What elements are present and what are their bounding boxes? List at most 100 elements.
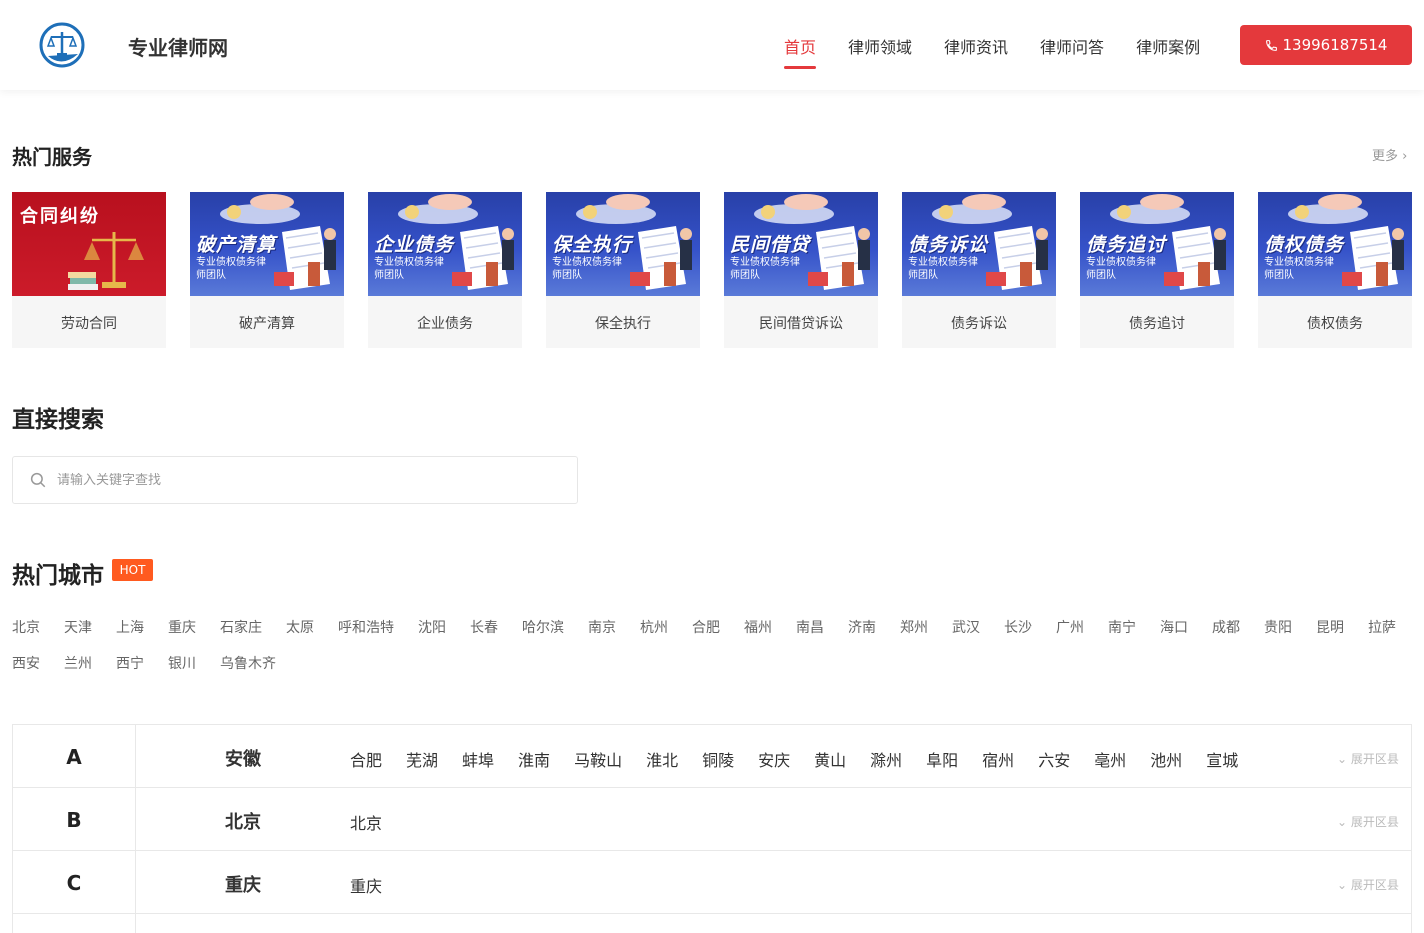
card-banner-subtitle: 专业债权债务律师团队 — [374, 257, 444, 281]
card-banner-title: 民间借贷 — [730, 234, 811, 256]
city-link[interactable]: 昆明 — [1316, 617, 1344, 637]
service-card-debt-collection[interactable]: 债务追讨 专业债权债务律师团队 债务追讨 — [1080, 192, 1234, 348]
service-card-bankruptcy[interactable]: 破产清算 专业债权债务律师团队 破产清算 — [190, 192, 344, 348]
nav-lawyer-cases[interactable]: 律师案例 — [1136, 34, 1200, 70]
city-link[interactable]: 太原 — [286, 617, 314, 637]
expand-districts-button[interactable]: ⌄ 展开区县 — [1337, 876, 1399, 893]
province-name[interactable]: 重庆 — [225, 871, 261, 897]
city-link[interactable]: 成都 — [1212, 617, 1240, 637]
city-link[interactable]: 杭州 — [640, 617, 668, 637]
city-link[interactable]: 淮北 — [646, 747, 678, 771]
city-link[interactable]: 拉萨 — [1368, 617, 1396, 637]
service-card-corporate-debt[interactable]: 企业债务 专业债权债务律师团队 企业债务 — [368, 192, 522, 348]
city-link[interactable]: 郑州 — [900, 617, 928, 637]
city-link[interactable]: 宣城 — [1206, 747, 1238, 771]
search-input[interactable] — [57, 472, 537, 488]
card-banner-title: 破产清算 — [196, 234, 277, 256]
city-link[interactable]: 西宁 — [116, 653, 144, 673]
search-box — [12, 456, 578, 504]
city-link[interactable]: 北京 — [12, 617, 40, 637]
card-banner: 债务追讨 专业债权债务律师团队 — [1080, 192, 1234, 296]
phone-button[interactable]: 13996187514 — [1240, 25, 1412, 65]
city-link[interactable]: 滁州 — [870, 747, 902, 771]
chevron-down-icon: ⌄ — [1337, 878, 1348, 892]
hot-badge: HOT — [112, 559, 153, 581]
service-card-creditor-debt[interactable]: 债权债务 专业债权债务律师团队 债权债务 — [1258, 192, 1412, 348]
service-card-private-lending[interactable]: 民间借贷 专业债权债务律师团队 民间借贷诉讼 — [724, 192, 878, 348]
city-link[interactable]: 福州 — [744, 617, 772, 637]
scales-logo-icon[interactable] — [38, 22, 86, 68]
city-link[interactable]: 重庆 — [350, 873, 382, 897]
city-link[interactable]: 南宁 — [1108, 617, 1136, 637]
expand-districts-button[interactable]: ⌄ 展开区县 — [1337, 813, 1399, 830]
hot-services-title: 热门服务 — [12, 145, 92, 169]
nav-lawyer-qa[interactable]: 律师问答 — [1040, 34, 1104, 70]
nav-lawyer-news[interactable]: 律师资讯 — [944, 34, 1008, 70]
city-link[interactable]: 沈阳 — [418, 617, 446, 637]
card-label: 债权债务 — [1307, 316, 1363, 332]
city-link[interactable]: 阜阳 — [926, 747, 958, 771]
province-name[interactable]: 安徽 — [225, 745, 261, 771]
city-link[interactable]: 海口 — [1160, 617, 1188, 637]
card-label: 企业债务 — [417, 316, 473, 332]
city-link[interactable]: 哈尔滨 — [522, 617, 564, 637]
card-banner-title: 合同纠纷 — [20, 206, 100, 227]
expand-districts-button[interactable]: ⌄ 展开区县 — [1337, 750, 1399, 767]
city-link[interactable]: 乌鲁木齐 — [220, 653, 276, 673]
city-link[interactable]: 合肥 — [692, 617, 720, 637]
card-banner: 债权债务 专业债权债务律师团队 — [1258, 192, 1412, 296]
card-banner: 保全执行 专业债权债务律师团队 — [546, 192, 700, 296]
city-link[interactable]: 重庆 — [168, 617, 196, 637]
city-link[interactable]: 安庆 — [758, 747, 790, 771]
city-link[interactable]: 长春 — [470, 617, 498, 637]
province-cities: 合肥 芜湖 蚌埠 淮南 马鞍山 淮北 铜陵 安庆 黄山 滁州 阜阳 宿州 六安 … — [350, 747, 1262, 771]
more-link[interactable]: 更多 › — [1372, 145, 1407, 164]
chevron-down-icon: ⌄ — [1337, 815, 1348, 829]
city-link[interactable]: 银川 — [168, 653, 196, 673]
province-name[interactable]: 北京 — [225, 808, 261, 834]
region-letter: A — [13, 725, 136, 788]
city-link[interactable]: 武汉 — [952, 617, 980, 637]
city-link[interactable]: 长沙 — [1004, 617, 1032, 637]
city-link[interactable]: 北京 — [350, 810, 382, 834]
city-link[interactable]: 西安 — [12, 653, 40, 673]
city-link[interactable]: 贵阳 — [1264, 617, 1292, 637]
city-link[interactable]: 芜湖 — [406, 747, 438, 771]
city-link[interactable]: 淮南 — [518, 747, 550, 771]
city-link[interactable]: 黄山 — [814, 747, 846, 771]
city-link[interactable]: 呼和浩特 — [338, 617, 394, 637]
city-link[interactable]: 池州 — [1150, 747, 1182, 771]
city-link[interactable]: 南京 — [588, 617, 616, 637]
city-link[interactable]: 兰州 — [64, 653, 92, 673]
city-link[interactable]: 铜陵 — [702, 747, 734, 771]
region-letter: B — [13, 788, 136, 851]
city-link[interactable]: 合肥 — [350, 747, 382, 771]
region-row-c: C 重庆 重庆 ⌄ 展开区县 — [13, 851, 1411, 914]
city-link[interactable]: 上海 — [116, 617, 144, 637]
service-card-debt-litigation[interactable]: 债务诉讼 专业债权债务律师团队 债务诉讼 — [902, 192, 1056, 348]
expand-label: 展开区县 — [1350, 752, 1399, 766]
main-nav: 首页 律师领域 律师资讯 律师问答 律师案例 — [784, 34, 1232, 70]
city-link[interactable]: 广州 — [1056, 617, 1084, 637]
city-link[interactable]: 亳州 — [1094, 747, 1126, 771]
nav-home[interactable]: 首页 — [784, 34, 817, 70]
city-link[interactable]: 南昌 — [796, 617, 824, 637]
city-link[interactable]: 马鞍山 — [574, 747, 622, 771]
card-label: 债务追讨 — [1129, 316, 1185, 332]
expand-label: 展开区县 — [1350, 878, 1399, 892]
service-card-labor-contract[interactable]: 合同纠纷 劳动合同 — [12, 192, 166, 348]
service-card-preservation-enforcement[interactable]: 保全执行 专业债权债务律师团队 保全执行 — [546, 192, 700, 348]
nav-lawyer-fields[interactable]: 律师领域 — [848, 34, 912, 70]
region-row-a: A 安徽 合肥 芜湖 蚌埠 淮南 马鞍山 淮北 铜陵 安庆 黄山 滁州 阜阳 宿… — [13, 725, 1411, 788]
card-banner: 债务诉讼 专业债权债务律师团队 — [902, 192, 1056, 296]
city-link[interactable]: 石家庄 — [220, 617, 262, 637]
city-link[interactable]: 六安 — [1038, 747, 1070, 771]
city-link[interactable]: 宿州 — [982, 747, 1014, 771]
city-link[interactable]: 天津 — [64, 617, 92, 637]
city-link[interactable]: 蚌埠 — [462, 747, 494, 771]
card-label: 民间借贷诉讼 — [759, 316, 843, 332]
phone-icon — [1265, 39, 1277, 51]
city-link[interactable]: 济南 — [848, 617, 876, 637]
site-name[interactable]: 专业律师网 — [128, 32, 228, 61]
scales-of-justice-icon — [68, 232, 144, 290]
